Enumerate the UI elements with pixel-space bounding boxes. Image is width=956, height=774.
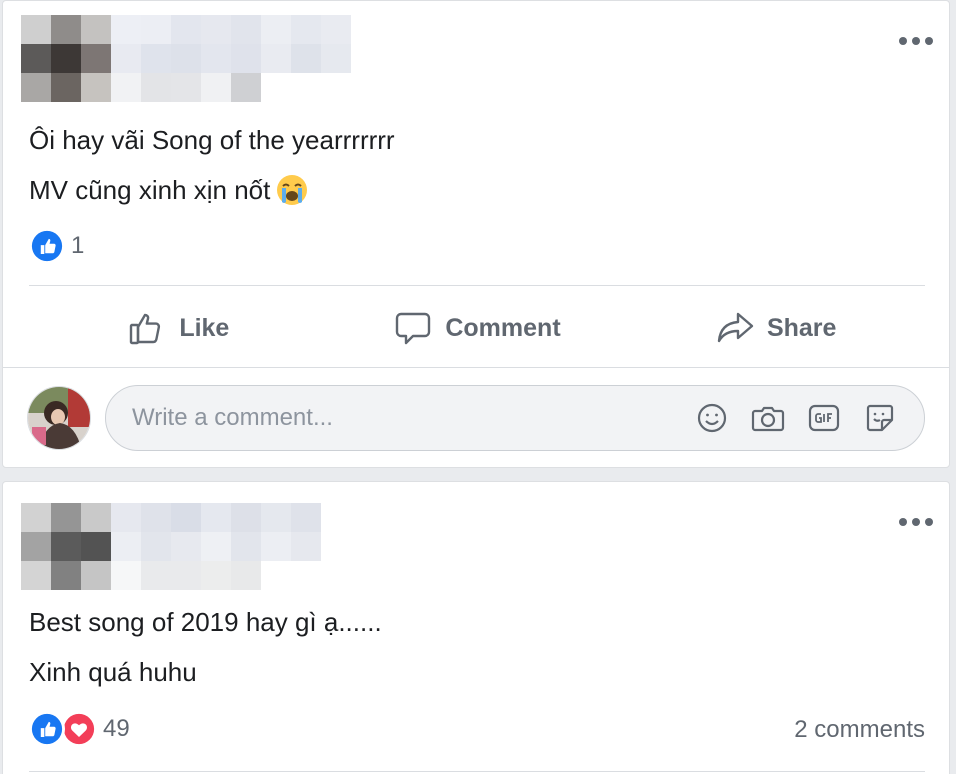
share-arrow-icon [717, 312, 754, 343]
share-button[interactable]: Share [626, 296, 925, 360]
divider [29, 285, 925, 286]
post-card: Ôi hay vãi Song of the yearrrrrrr MV cũn… [2, 0, 950, 468]
post-text-line: Xinh quá huhu [29, 657, 197, 687]
comments-count-link[interactable]: 2 comments [794, 716, 925, 744]
reaction-summary[interactable]: 1 [29, 228, 84, 264]
post-text-line: Best song of 2019 hay gì ạ...... [29, 607, 382, 637]
post-card: Best song of 2019 hay gì ạ...... Xinh qu… [2, 481, 950, 774]
love-reaction-icon [61, 711, 97, 747]
comment-input[interactable] [132, 404, 674, 432]
more-options-icon[interactable] [899, 36, 933, 46]
like-button[interactable]: Like [29, 296, 328, 360]
divider [29, 771, 925, 772]
post-text: MV cũng xinh xịn nốt [29, 175, 271, 205]
post-actions: Like Comment Share [29, 296, 925, 360]
avatar-image [28, 387, 90, 449]
divider [3, 367, 949, 368]
comment-box [105, 385, 925, 451]
comment-button[interactable]: Comment [328, 296, 627, 360]
post-text-line: Ôi hay vãi Song of the yearrrrrrr [29, 125, 395, 155]
comment-label: Comment [445, 313, 561, 342]
like-reaction-icon [29, 228, 65, 264]
sticker-icon[interactable] [862, 400, 898, 436]
more-options-icon[interactable] [899, 517, 933, 527]
like-reaction-icon [29, 711, 65, 747]
crying-emoji-icon [277, 175, 308, 205]
reaction-count: 1 [71, 232, 85, 259]
emoji-icon[interactable] [694, 400, 730, 436]
user-avatar[interactable] [27, 386, 91, 450]
share-label: Share [766, 313, 837, 342]
reaction-summary[interactable]: 49 [29, 711, 130, 747]
blurred-author-header [21, 503, 381, 590]
camera-icon[interactable] [750, 400, 786, 436]
reaction-count: 49 [103, 715, 130, 742]
comment-composer [27, 383, 925, 453]
comment-tools [674, 400, 898, 436]
comment-bubble-icon [396, 312, 431, 345]
gif-icon[interactable] [806, 400, 842, 436]
post-text-line: MV cũng xinh xịn nốt [29, 174, 308, 206]
blurred-author-header [21, 15, 381, 102]
like-label: Like [179, 313, 230, 342]
thumbs-up-icon [130, 313, 161, 345]
